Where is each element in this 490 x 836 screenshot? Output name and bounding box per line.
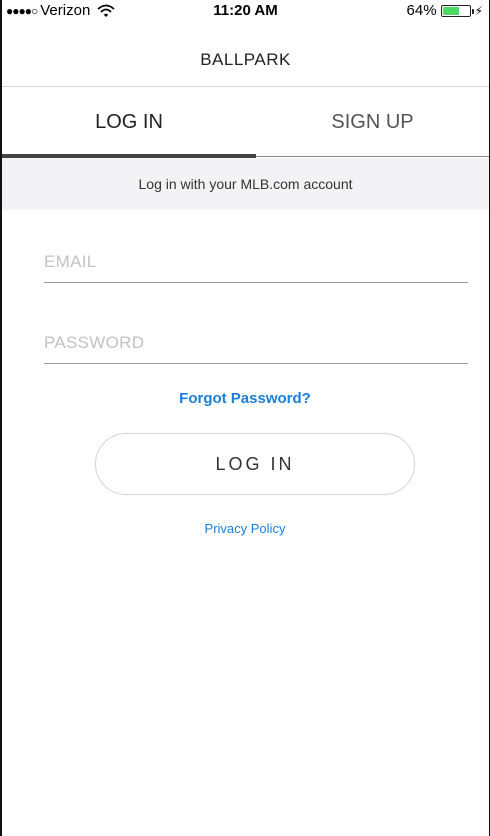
auth-tabs: LOG IN SIGN UP	[2, 87, 489, 157]
tab-sign-up[interactable]: SIGN UP	[256, 87, 489, 157]
login-subtitle: Log in with your MLB.com account	[2, 158, 489, 210]
status-bar: ●●●●○ Verizon 11:20 AM 64% ⚡	[2, 0, 489, 22]
email-field[interactable]	[44, 242, 468, 283]
battery-percent: 64%	[406, 2, 437, 19]
password-field[interactable]	[44, 323, 468, 364]
battery-group: 64% ⚡	[407, 2, 483, 19]
navigation-bar: BALLPARK	[2, 22, 489, 86]
charging-bolt-icon: ⚡	[474, 3, 483, 18]
app-screen: ●●●●○ Verizon 11:20 AM 64% ⚡ BALLPARK LO…	[0, 0, 490, 836]
battery-cap	[471, 8, 474, 14]
battery-level-fill	[442, 6, 460, 15]
battery-icon	[440, 4, 474, 17]
forgot-password-link[interactable]: Forgot Password?	[0, 390, 490, 407]
privacy-policy-link[interactable]: Privacy Policy	[0, 521, 490, 536]
page-title: BALLPARK	[200, 50, 291, 69]
log-in-button[interactable]: LOG IN	[95, 433, 415, 495]
tab-divider	[256, 156, 489, 157]
tab-log-in[interactable]: LOG IN	[2, 87, 256, 157]
